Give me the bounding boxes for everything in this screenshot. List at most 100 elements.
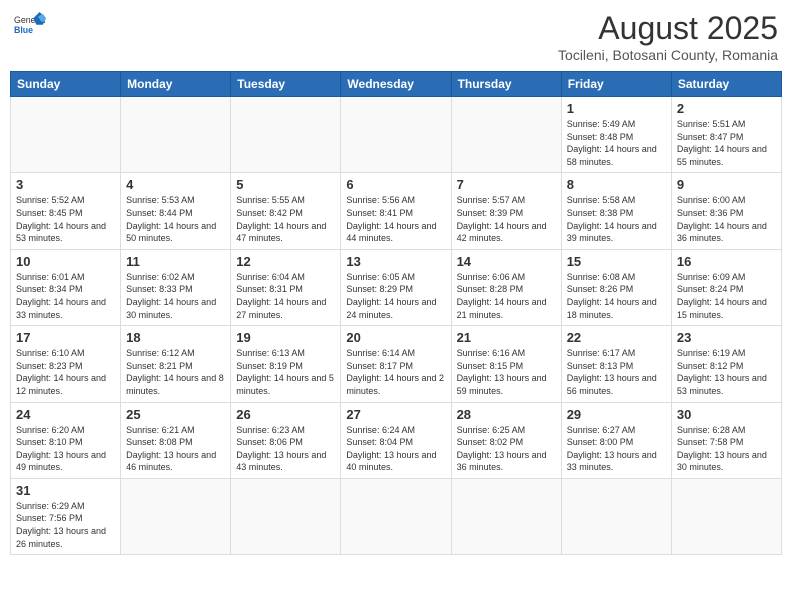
calendar-day-cell [121, 478, 231, 554]
day-number: 22 [567, 330, 666, 345]
calendar-day-cell: 12Sunrise: 6:04 AM Sunset: 8:31 PM Dayli… [231, 249, 341, 325]
calendar-day-cell: 22Sunrise: 6:17 AM Sunset: 8:13 PM Dayli… [561, 326, 671, 402]
calendar-day-cell: 5 Sunrise: 5:55 AM Sunset: 8:42 PM Daylig… [231, 173, 341, 249]
day-info: Sunrise: 6:19 AM Sunset: 8:12 PM Dayligh… [677, 347, 776, 397]
day-number: 13 [346, 254, 445, 269]
calendar-day-cell: 18 Sunrise: 6:12 AM Sunset: 8:21 PM Dayli… [121, 326, 231, 402]
calendar-week-row: 31Sunrise: 6:29 AM Sunset: 7:56 PM Dayli… [11, 478, 782, 554]
calendar-day-cell: 2Sunrise: 5:51 AM Sunset: 8:47 PM Daylig… [671, 97, 781, 173]
calendar-week-row: 17 Sunrise: 6:10 AM Sunset: 8:23 PM Dayli… [11, 326, 782, 402]
day-info: Sunrise: 6:25 AM Sunset: 8:02 PM Dayligh… [457, 424, 556, 474]
title-block: August 2025 Tocileni, Botosani County, R… [558, 10, 778, 63]
column-header-wednesday: Wednesday [341, 72, 451, 97]
day-number: 24 [16, 407, 115, 422]
day-number: 30 [677, 407, 776, 422]
calendar-day-cell [341, 478, 451, 554]
column-header-thursday: Thursday [451, 72, 561, 97]
calendar-day-cell: 24 Sunrise: 6:20 AM Sunset: 8:10 PM Dayli… [11, 402, 121, 478]
calendar-day-cell: 20Sunrise: 6:14 AM Sunset: 8:17 PM Dayli… [341, 326, 451, 402]
calendar-day-cell [11, 97, 121, 173]
calendar-day-cell: 13 Sunrise: 6:05 AM Sunset: 8:29 PM Dayli… [341, 249, 451, 325]
column-header-monday: Monday [121, 72, 231, 97]
calendar-week-row: 10Sunrise: 6:01 AM Sunset: 8:34 PM Dayli… [11, 249, 782, 325]
logo: General Blue [14, 10, 46, 38]
calendar-day-cell [231, 97, 341, 173]
day-number: 7 [457, 177, 556, 192]
calendar-day-cell: 26 Sunrise: 6:23 AM Sunset: 8:06 PM Dayli… [231, 402, 341, 478]
month-year-title: August 2025 [558, 10, 778, 47]
day-info: Sunrise: 6:24 AM Sunset: 8:04 PM Dayligh… [346, 424, 445, 474]
calendar-day-cell: 19Sunrise: 6:13 AM Sunset: 8:19 PM Dayli… [231, 326, 341, 402]
day-number: 5 [236, 177, 335, 192]
page-header: General Blue August 2025 Tocileni, Botos… [10, 10, 782, 63]
day-info: Sunrise: 5:56 AM Sunset: 8:41 PM Dayligh… [346, 194, 445, 244]
day-info: Sunrise: 6:00 AM Sunset: 8:36 PM Dayligh… [677, 194, 776, 244]
svg-text:Blue: Blue [14, 25, 33, 35]
day-info: Sunrise: 5:57 AM Sunset: 8:39 PM Dayligh… [457, 194, 556, 244]
calendar-day-cell [451, 478, 561, 554]
calendar-day-cell: 1Sunrise: 5:49 AM Sunset: 8:48 PM Daylig… [561, 97, 671, 173]
day-number: 4 [126, 177, 225, 192]
day-info: Sunrise: 6:29 AM Sunset: 7:56 PM Dayligh… [16, 500, 115, 550]
day-number: 11 [126, 254, 225, 269]
calendar-table: SundayMondayTuesdayWednesdayThursdayFrid… [10, 71, 782, 555]
day-info: Sunrise: 6:20 AM Sunset: 8:10 PM Dayligh… [16, 424, 115, 474]
calendar-day-cell: 11Sunrise: 6:02 AM Sunset: 8:33 PM Dayli… [121, 249, 231, 325]
day-number: 9 [677, 177, 776, 192]
day-info: Sunrise: 6:10 AM Sunset: 8:23 PM Dayligh… [16, 347, 115, 397]
day-info: Sunrise: 6:27 AM Sunset: 8:00 PM Dayligh… [567, 424, 666, 474]
day-number: 25 [126, 407, 225, 422]
column-header-sunday: Sunday [11, 72, 121, 97]
calendar-day-cell: 16Sunrise: 6:09 AM Sunset: 8:24 PM Dayli… [671, 249, 781, 325]
day-number: 10 [16, 254, 115, 269]
column-header-saturday: Saturday [671, 72, 781, 97]
calendar-day-cell: 23Sunrise: 6:19 AM Sunset: 8:12 PM Dayli… [671, 326, 781, 402]
day-number: 8 [567, 177, 666, 192]
day-number: 6 [346, 177, 445, 192]
day-number: 15 [567, 254, 666, 269]
day-number: 3 [16, 177, 115, 192]
day-number: 12 [236, 254, 335, 269]
calendar-day-cell: 3Sunrise: 5:52 AM Sunset: 8:45 PM Daylig… [11, 173, 121, 249]
day-number: 17 [16, 330, 115, 345]
calendar-day-cell [341, 97, 451, 173]
day-number: 28 [457, 407, 556, 422]
calendar-day-cell: 28 Sunrise: 6:25 AM Sunset: 8:02 PM Dayli… [451, 402, 561, 478]
calendar-week-row: 24 Sunrise: 6:20 AM Sunset: 8:10 PM Dayli… [11, 402, 782, 478]
day-info: Sunrise: 6:16 AM Sunset: 8:15 PM Dayligh… [457, 347, 556, 397]
day-info: Sunrise: 6:12 AM Sunset: 8:21 PM Dayligh… [126, 347, 225, 397]
day-info: Sunrise: 6:06 AM Sunset: 8:28 PM Dayligh… [457, 271, 556, 321]
calendar-day-cell: 15Sunrise: 6:08 AM Sunset: 8:26 PM Dayli… [561, 249, 671, 325]
day-number: 20 [346, 330, 445, 345]
calendar-day-cell [121, 97, 231, 173]
day-number: 18 [126, 330, 225, 345]
general-blue-logo-icon: General Blue [14, 10, 46, 38]
calendar-day-cell: 14 Sunrise: 6:06 AM Sunset: 8:28 PM Dayli… [451, 249, 561, 325]
day-number: 14 [457, 254, 556, 269]
day-info: Sunrise: 6:28 AM Sunset: 7:58 PM Dayligh… [677, 424, 776, 474]
day-number: 19 [236, 330, 335, 345]
day-number: 29 [567, 407, 666, 422]
day-info: Sunrise: 6:23 AM Sunset: 8:06 PM Dayligh… [236, 424, 335, 474]
calendar-day-cell: 6 Sunrise: 5:56 AM Sunset: 8:41 PM Daylig… [341, 173, 451, 249]
day-info: Sunrise: 5:55 AM Sunset: 8:42 PM Dayligh… [236, 194, 335, 244]
calendar-day-cell: 7 Sunrise: 5:57 AM Sunset: 8:39 PM Daylig… [451, 173, 561, 249]
calendar-day-cell [561, 478, 671, 554]
calendar-day-cell: 4Sunrise: 5:53 AM Sunset: 8:44 PM Daylig… [121, 173, 231, 249]
calendar-week-row: 1Sunrise: 5:49 AM Sunset: 8:48 PM Daylig… [11, 97, 782, 173]
calendar-day-cell: 17 Sunrise: 6:10 AM Sunset: 8:23 PM Dayli… [11, 326, 121, 402]
calendar-day-cell [451, 97, 561, 173]
calendar-day-cell [231, 478, 341, 554]
location-subtitle: Tocileni, Botosani County, Romania [558, 47, 778, 63]
day-number: 2 [677, 101, 776, 116]
day-number: 26 [236, 407, 335, 422]
calendar-day-cell: 25Sunrise: 6:21 AM Sunset: 8:08 PM Dayli… [121, 402, 231, 478]
calendar-day-cell: 9 Sunrise: 6:00 AM Sunset: 8:36 PM Daylig… [671, 173, 781, 249]
calendar-day-cell: 30 Sunrise: 6:28 AM Sunset: 7:58 PM Dayli… [671, 402, 781, 478]
calendar-day-cell: 10Sunrise: 6:01 AM Sunset: 8:34 PM Dayli… [11, 249, 121, 325]
calendar-header-row: SundayMondayTuesdayWednesdayThursdayFrid… [11, 72, 782, 97]
day-info: Sunrise: 5:49 AM Sunset: 8:48 PM Dayligh… [567, 118, 666, 168]
day-number: 16 [677, 254, 776, 269]
day-info: Sunrise: 6:05 AM Sunset: 8:29 PM Dayligh… [346, 271, 445, 321]
calendar-day-cell: 8Sunrise: 5:58 AM Sunset: 8:38 PM Daylig… [561, 173, 671, 249]
